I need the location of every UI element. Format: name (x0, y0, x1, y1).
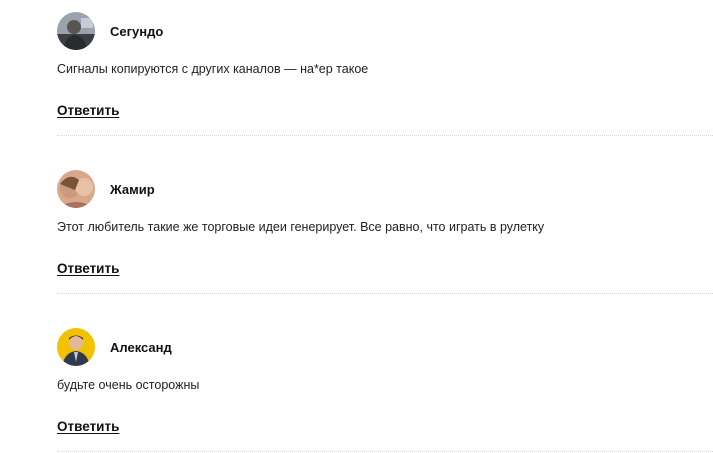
comment-author: Жамир (110, 181, 155, 197)
reply-button[interactable]: Ответить (57, 261, 119, 276)
avatar[interactable] (57, 170, 95, 208)
reply-button[interactable]: Ответить (57, 419, 119, 434)
avatar[interactable] (57, 328, 95, 366)
comment-header: Александ (57, 328, 172, 366)
comment-text: Сигналы копируются с других каналов — на… (57, 62, 369, 76)
comment-header: Сегундо (57, 12, 163, 50)
comment-header: Жамир (57, 170, 155, 208)
comment-divider (57, 135, 713, 136)
comment-text: будьте очень осторожны (57, 378, 200, 392)
reply-button[interactable]: Ответить (57, 103, 119, 118)
user-photo-icon (57, 170, 95, 208)
comments-list: Сегундо Сигналы копируются с других кана… (0, 0, 713, 453)
comment-author: Сегундо (110, 23, 164, 39)
comment-divider (57, 293, 713, 294)
avatar[interactable] (57, 12, 95, 50)
user-photo-icon (57, 12, 95, 50)
comment-author: Александ (110, 339, 172, 355)
comment-text: Этот любитель такие же торговые идеи ген… (57, 220, 545, 234)
comment-item: Сегундо Сигналы копируются с других кана… (57, 0, 713, 136)
comment-item: Александ будьте очень осторожны Ответить (57, 316, 713, 452)
comment-divider (57, 451, 713, 452)
user-photo-icon (57, 328, 95, 366)
comment-item: Жамир Этот любитель такие же торговые ид… (57, 158, 713, 294)
